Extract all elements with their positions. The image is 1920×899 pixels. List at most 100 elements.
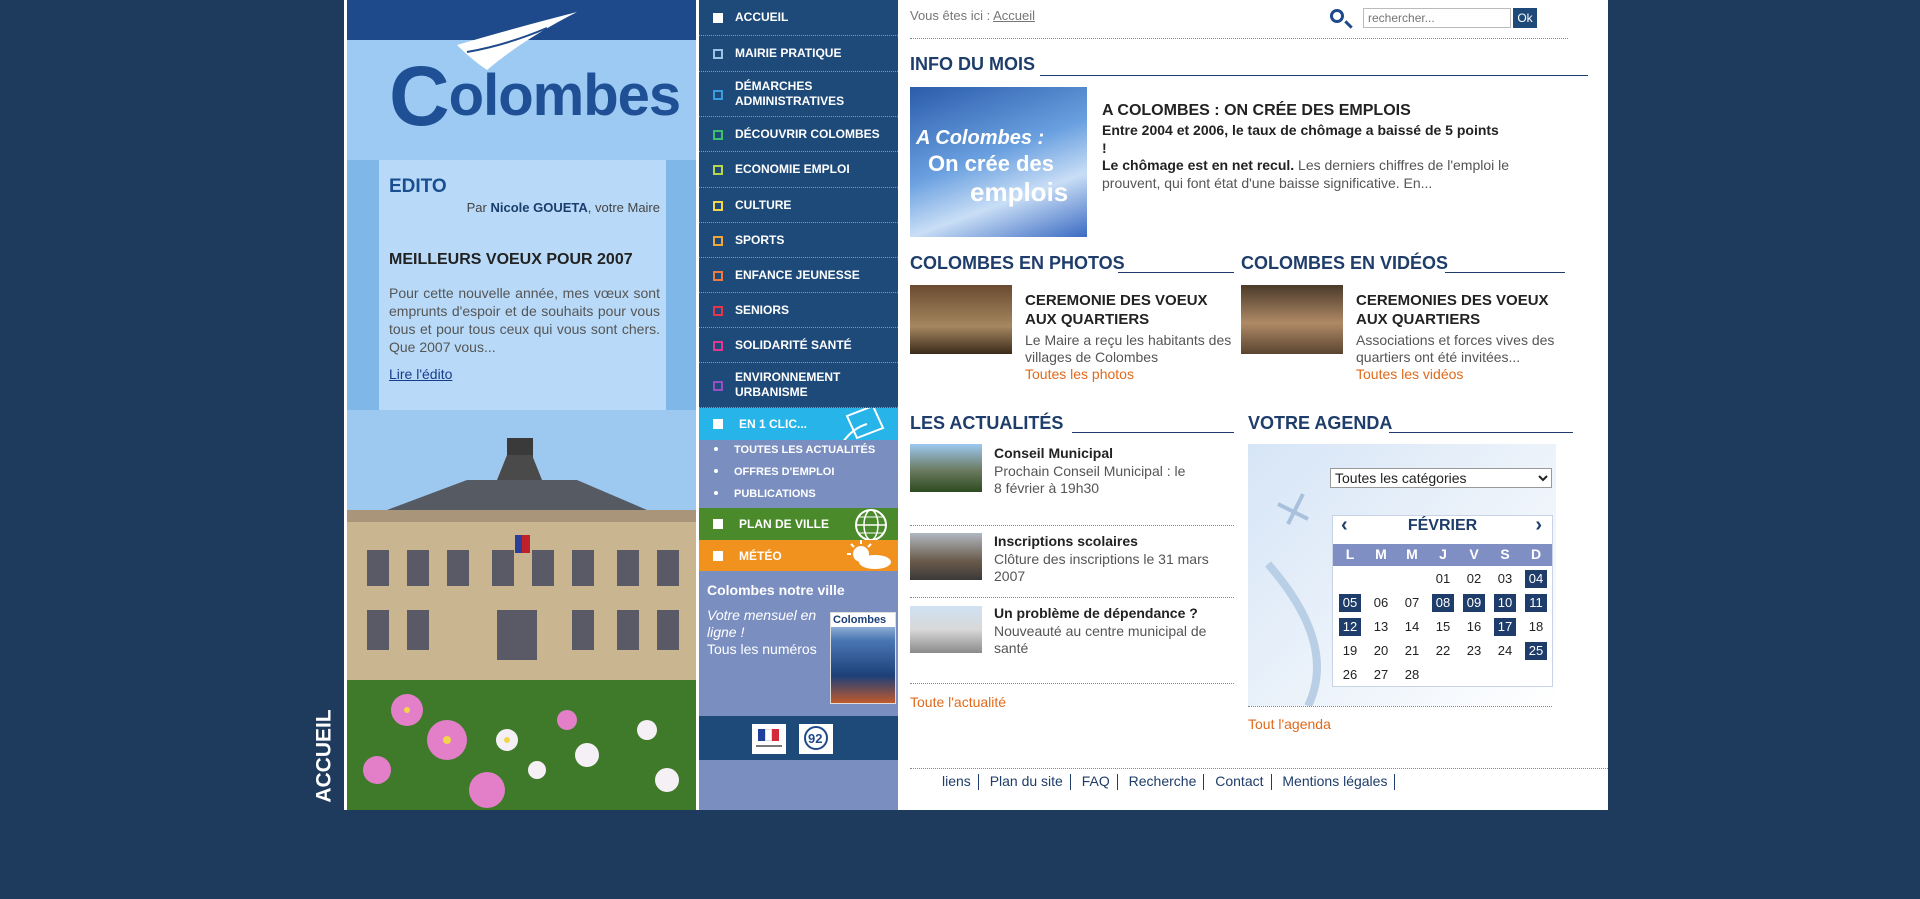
calendar-day-event[interactable]: 08 [1432, 594, 1454, 612]
partner-logos: 92 [699, 716, 898, 760]
nav-item-label: ACCUEIL [735, 10, 789, 24]
plan-ville-band[interactable]: PLAN DE VILLE [699, 508, 898, 541]
news-item-title[interactable]: Conseil Municipal [994, 444, 1113, 463]
news-item-text: Clôture des inscriptions le 31 mars 2007 [994, 551, 1209, 584]
nav-item-sports[interactable]: SPORTS [699, 223, 898, 258]
info-title[interactable]: A COLOMBES : ON CRÉE DES EMPLOIS [1102, 101, 1411, 120]
meteo-band[interactable]: MÉTÉO [699, 540, 898, 571]
footer-link-mentions[interactable]: Mentions légales [1282, 773, 1387, 789]
footer-link-recherche[interactable]: Recherche [1129, 773, 1197, 789]
calendar-day[interactable]: 27 [1370, 666, 1392, 684]
footer-link-contact[interactable]: Contact [1215, 773, 1263, 789]
logo[interactable]: Colombes [389, 38, 681, 143]
calendar-day[interactable]: 19 [1339, 642, 1361, 660]
calendar-day[interactable]: 15 [1432, 618, 1454, 636]
calendar-day-event[interactable]: 17 [1494, 618, 1516, 636]
calendar-day-event[interactable]: 09 [1463, 594, 1485, 612]
sub-item-emploi[interactable]: OFFRES D'EMPLOI [699, 462, 898, 484]
calendar-day[interactable]: 03 [1494, 570, 1516, 588]
calendar-day[interactable]: 07 [1401, 594, 1423, 612]
calendar-day-event[interactable]: 05 [1339, 594, 1361, 612]
nav-item-accueil[interactable]: ACCUEIL [699, 0, 898, 36]
search-input[interactable] [1363, 8, 1511, 28]
edito-headline: MEILLEURS VOEUX POUR 2007 [389, 251, 633, 268]
nav-item-culture[interactable]: CULTURE [699, 188, 898, 223]
calendar-day[interactable]: 23 [1463, 642, 1485, 660]
calendar-day[interactable]: 24 [1494, 642, 1516, 660]
nav-item-label: DÉMARCHES ADMINISTRATIVES [735, 79, 845, 108]
nav-item-decouvrir[interactable]: DÉCOUVRIR COLOMBES [699, 117, 898, 152]
edito-text: Pour cette nouvelle année, mes vœux sont… [389, 285, 660, 355]
calendar-day-event[interactable]: 12 [1339, 618, 1361, 636]
nav-item-demarches[interactable]: DÉMARCHES ADMINISTRATIVES [699, 72, 898, 117]
edito-title: EDITO [389, 176, 447, 197]
calendar-day[interactable]: 13 [1370, 618, 1392, 636]
edito-read-link[interactable]: Lire l'édito [389, 366, 452, 382]
info-image[interactable]: A Colombes : On crée des emplois [910, 87, 1087, 237]
main-content: Vous êtes ici : Accueil Ok INFO DU MOIS … [910, 0, 1608, 810]
calendar-day[interactable]: 06 [1370, 594, 1392, 612]
videos-section-title: COLOMBES EN VIDÉOS [1241, 253, 1449, 273]
search-button[interactable]: Ok [1513, 8, 1537, 28]
calendar-day[interactable]: 26 [1339, 666, 1361, 684]
calendar-day-event[interactable]: 11 [1525, 594, 1547, 612]
calendar-day-event[interactable]: 10 [1494, 594, 1516, 612]
footer-link-faq[interactable]: FAQ [1082, 773, 1110, 789]
magazine-cover[interactable]: Colombes [830, 612, 896, 704]
calendar-day[interactable]: 21 [1401, 642, 1423, 660]
sub-item-actualites[interactable]: TOUTES LES ACTUALITÉS [699, 440, 898, 462]
nav-bullet-icon [713, 201, 723, 211]
nav-bullet-icon [713, 306, 723, 316]
news-item-title[interactable]: Un problème de dépendance ? [994, 604, 1198, 623]
videos-thumbnail[interactable] [1241, 285, 1343, 354]
city-hall-photo [347, 410, 696, 810]
calendar-day[interactable]: 16 [1463, 618, 1485, 636]
calendar-day-event[interactable]: 04 [1525, 570, 1547, 588]
news-section-title: LES ACTUALITÉS [910, 413, 1064, 433]
photos-thumbnail[interactable] [910, 285, 1012, 354]
nav-item-enfance[interactable]: ENFANCE JEUNESSE [699, 258, 898, 293]
calendar-day[interactable]: 14 [1401, 618, 1423, 636]
nav-item-environnement[interactable]: ENVIRONNEMENT URBANISME [699, 363, 898, 408]
news-item-text: Nouveauté au centre municipal de santé [994, 623, 1207, 656]
nav-item-seniors[interactable]: SENIORS [699, 293, 898, 328]
news-item-title[interactable]: Inscriptions scolaires [994, 532, 1138, 551]
category-select[interactable]: Toutes les catégories [1330, 468, 1552, 488]
nav-item-economie[interactable]: ECONOMIE EMPLOI [699, 152, 898, 188]
logo-area: Colombes [347, 0, 696, 160]
news-thumbnail[interactable] [910, 606, 982, 653]
videos-text: Associations et forces vives des quartie… [1356, 332, 1555, 365]
side-label: ACCUEIL [312, 709, 336, 803]
news-thumbnail[interactable] [910, 533, 982, 580]
calendar-day[interactable]: 01 [1432, 570, 1454, 588]
calendar-day[interactable]: 28 [1401, 666, 1423, 684]
magazine-title[interactable]: Colombes notre ville [707, 582, 845, 598]
nav-item-solidarite[interactable]: SOLIDARITÉ SANTÉ [699, 328, 898, 363]
nav-item-label: MAIRIE PRATIQUE [735, 46, 842, 60]
agenda-section-title: VOTRE AGENDA [1248, 413, 1393, 433]
calendar-day[interactable]: 02 [1463, 570, 1485, 588]
calendar-day[interactable]: 18 [1525, 618, 1547, 636]
footer-link-plan[interactable]: Plan du site [990, 773, 1063, 789]
calendar-day[interactable]: 20 [1370, 642, 1392, 660]
republique-logo-icon[interactable] [752, 724, 786, 754]
en1clic-band[interactable]: EN 1 CLIC... [699, 408, 898, 440]
nav-item-mairie-pratique[interactable]: MAIRIE PRATIQUE [699, 36, 898, 72]
photos-all-link[interactable]: Toutes les photos [1025, 366, 1134, 382]
news-all-link[interactable]: Toute l'actualité [910, 694, 1006, 710]
magazine-all-issues-link[interactable]: Tous les numéros [707, 641, 817, 657]
sub-item-publications[interactable]: PUBLICATIONS [699, 484, 898, 506]
calendar-day-event[interactable]: 25 [1525, 642, 1547, 660]
hauts-de-seine-logo-icon[interactable]: 92 [799, 724, 833, 754]
videos-all-link[interactable]: Toutes les vidéos [1356, 366, 1463, 382]
news-thumbnail[interactable] [910, 444, 982, 492]
nav-bullet-icon [713, 381, 723, 391]
photos-title[interactable]: CEREMONIE DES VOEUX AUX QUARTIERS [1025, 291, 1240, 329]
videos-title[interactable]: CEREMONIES DES VOEUX AUX QUARTIERS [1356, 291, 1571, 329]
footer-link-liens[interactable]: liens [942, 773, 971, 789]
calendar-next-button[interactable]: › [1535, 514, 1542, 537]
sun-cloud-icon [847, 540, 891, 569]
calendar-day[interactable]: 22 [1432, 642, 1454, 660]
agenda-all-link[interactable]: Tout l'agenda [1248, 716, 1331, 732]
breadcrumb-home-link[interactable]: Accueil [993, 8, 1035, 23]
